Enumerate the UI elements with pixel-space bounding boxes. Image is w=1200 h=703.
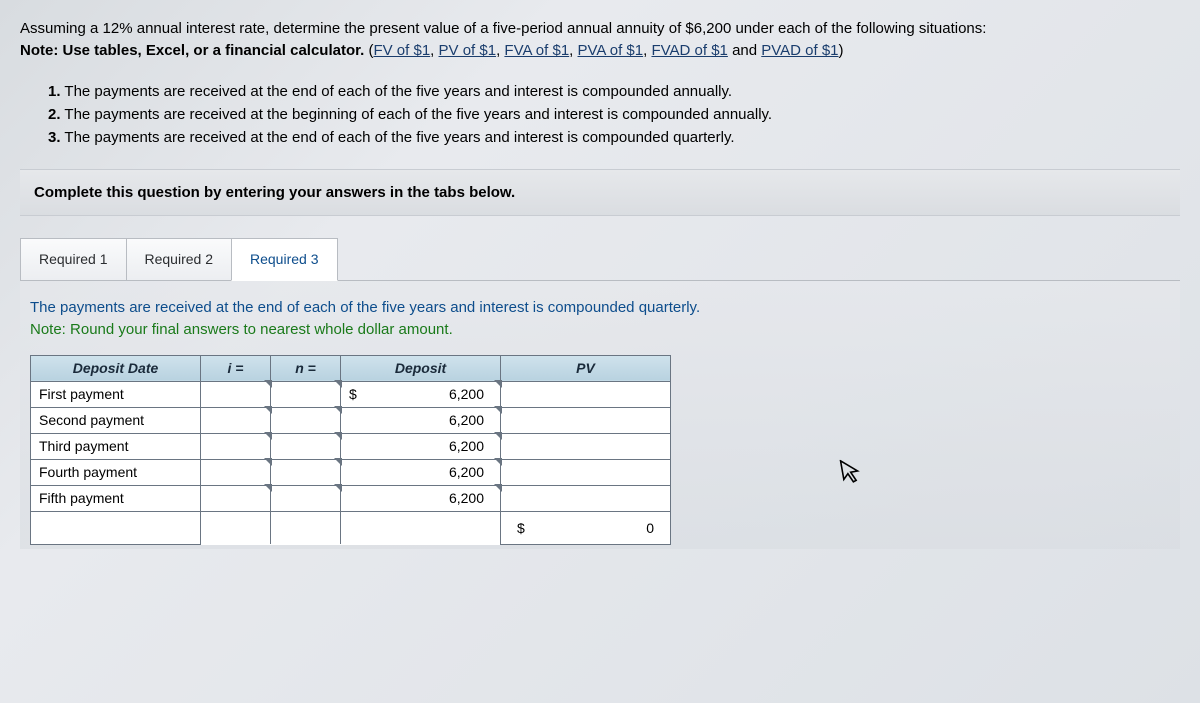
i-input-cell[interactable]	[201, 381, 271, 407]
tab-body: The payments are received at the end of …	[20, 280, 1180, 549]
n-input-cell[interactable]	[271, 459, 341, 485]
tab-required-3[interactable]: Required 3	[231, 238, 338, 281]
col-i: i =	[201, 355, 271, 381]
prompt-text: Assuming a 12% annual interest rate, det…	[20, 20, 986, 37]
col-n: n =	[271, 355, 341, 381]
deposit-date-cell: Second payment	[31, 407, 201, 433]
list-item-1: The payments are received at the end of …	[64, 83, 732, 100]
deposit-cell[interactable]: $6,200	[341, 381, 501, 407]
tab-description: The payments are received at the end of …	[30, 297, 1170, 341]
i-input-cell[interactable]	[201, 407, 271, 433]
col-deposit-date: Deposit Date	[31, 355, 201, 381]
question-prompt: Assuming a 12% annual interest rate, det…	[20, 18, 1180, 62]
list-item-2: The payments are received at the beginni…	[64, 106, 772, 123]
pv-input-cell[interactable]	[501, 407, 671, 433]
deposit-cell[interactable]: 6,200	[341, 433, 501, 459]
tab-required-1[interactable]: Required 1	[20, 238, 127, 281]
deposit-cell[interactable]: 6,200	[341, 459, 501, 485]
n-input-cell[interactable]	[271, 433, 341, 459]
note-label: Note: Use tables, Excel, or a financial …	[20, 42, 364, 59]
table-body: First payment$6,200Second payment6,200Th…	[31, 381, 671, 511]
n-input-cell[interactable]	[271, 381, 341, 407]
deposit-cell[interactable]: 6,200	[341, 485, 501, 511]
col-deposit: Deposit	[341, 355, 501, 381]
link-pvad-of-1[interactable]: PVAD of $1	[761, 42, 838, 59]
table-row: Third payment 6,200	[31, 433, 671, 459]
link-fva-of-1[interactable]: FVA of $1	[504, 42, 569, 59]
i-input-cell[interactable]	[201, 433, 271, 459]
deposit-date-cell: Fifth payment	[31, 485, 201, 511]
pv-input-cell[interactable]	[501, 381, 671, 407]
deposit-value: 6,200	[371, 490, 492, 506]
n-input-cell[interactable]	[271, 485, 341, 511]
table-row: Second payment 6,200	[31, 407, 671, 433]
pv-input-cell[interactable]	[501, 459, 671, 485]
links-close: )	[839, 42, 844, 59]
total-pv-sigil: $	[517, 520, 533, 536]
answer-table: Deposit Date i = n = Deposit PV First pa…	[30, 355, 671, 545]
situation-list: 1. The payments are received at the end …	[20, 80, 1180, 150]
table-row: Fourth payment 6,200	[31, 459, 671, 485]
total-pv-value: 0	[533, 520, 654, 536]
link-fvad-of-1[interactable]: FVAD of $1	[651, 42, 727, 59]
deposit-cell[interactable]: 6,200	[341, 407, 501, 433]
pv-input-cell[interactable]	[501, 433, 671, 459]
n-input-cell[interactable]	[271, 407, 341, 433]
deposit-value: 6,200	[371, 412, 492, 428]
total-pv-cell: $ 0	[501, 511, 671, 544]
deposit-date-cell: First payment	[31, 381, 201, 407]
deposit-date-cell: Third payment	[31, 433, 201, 459]
deposit-date-cell: Fourth payment	[31, 459, 201, 485]
currency-symbol: $	[349, 386, 371, 402]
list-item-3: The payments are received at the end of …	[64, 129, 734, 146]
rounding-hint: Note: Round your final answers to neares…	[30, 321, 453, 338]
instruction-bar: Complete this question by entering your …	[20, 169, 1180, 216]
deposit-value: 6,200	[371, 386, 492, 402]
i-input-cell[interactable]	[201, 485, 271, 511]
link-pva-of-1[interactable]: PVA of $1	[578, 42, 644, 59]
table-row: Fifth payment 6,200	[31, 485, 671, 511]
tab-required-2[interactable]: Required 2	[126, 238, 233, 281]
table-row: First payment $6,200	[31, 381, 671, 407]
link-pv-of-1[interactable]: PV of $1	[439, 42, 497, 59]
col-pv: PV	[501, 355, 671, 381]
link-fv-of-1[interactable]: FV of $1	[373, 42, 430, 59]
deposit-value: 6,200	[371, 464, 492, 480]
table-total-row: $ 0	[31, 511, 671, 544]
pv-input-cell[interactable]	[501, 485, 671, 511]
i-input-cell[interactable]	[201, 459, 271, 485]
tabs: Required 1 Required 2 Required 3	[20, 238, 1180, 281]
deposit-value: 6,200	[371, 438, 492, 454]
